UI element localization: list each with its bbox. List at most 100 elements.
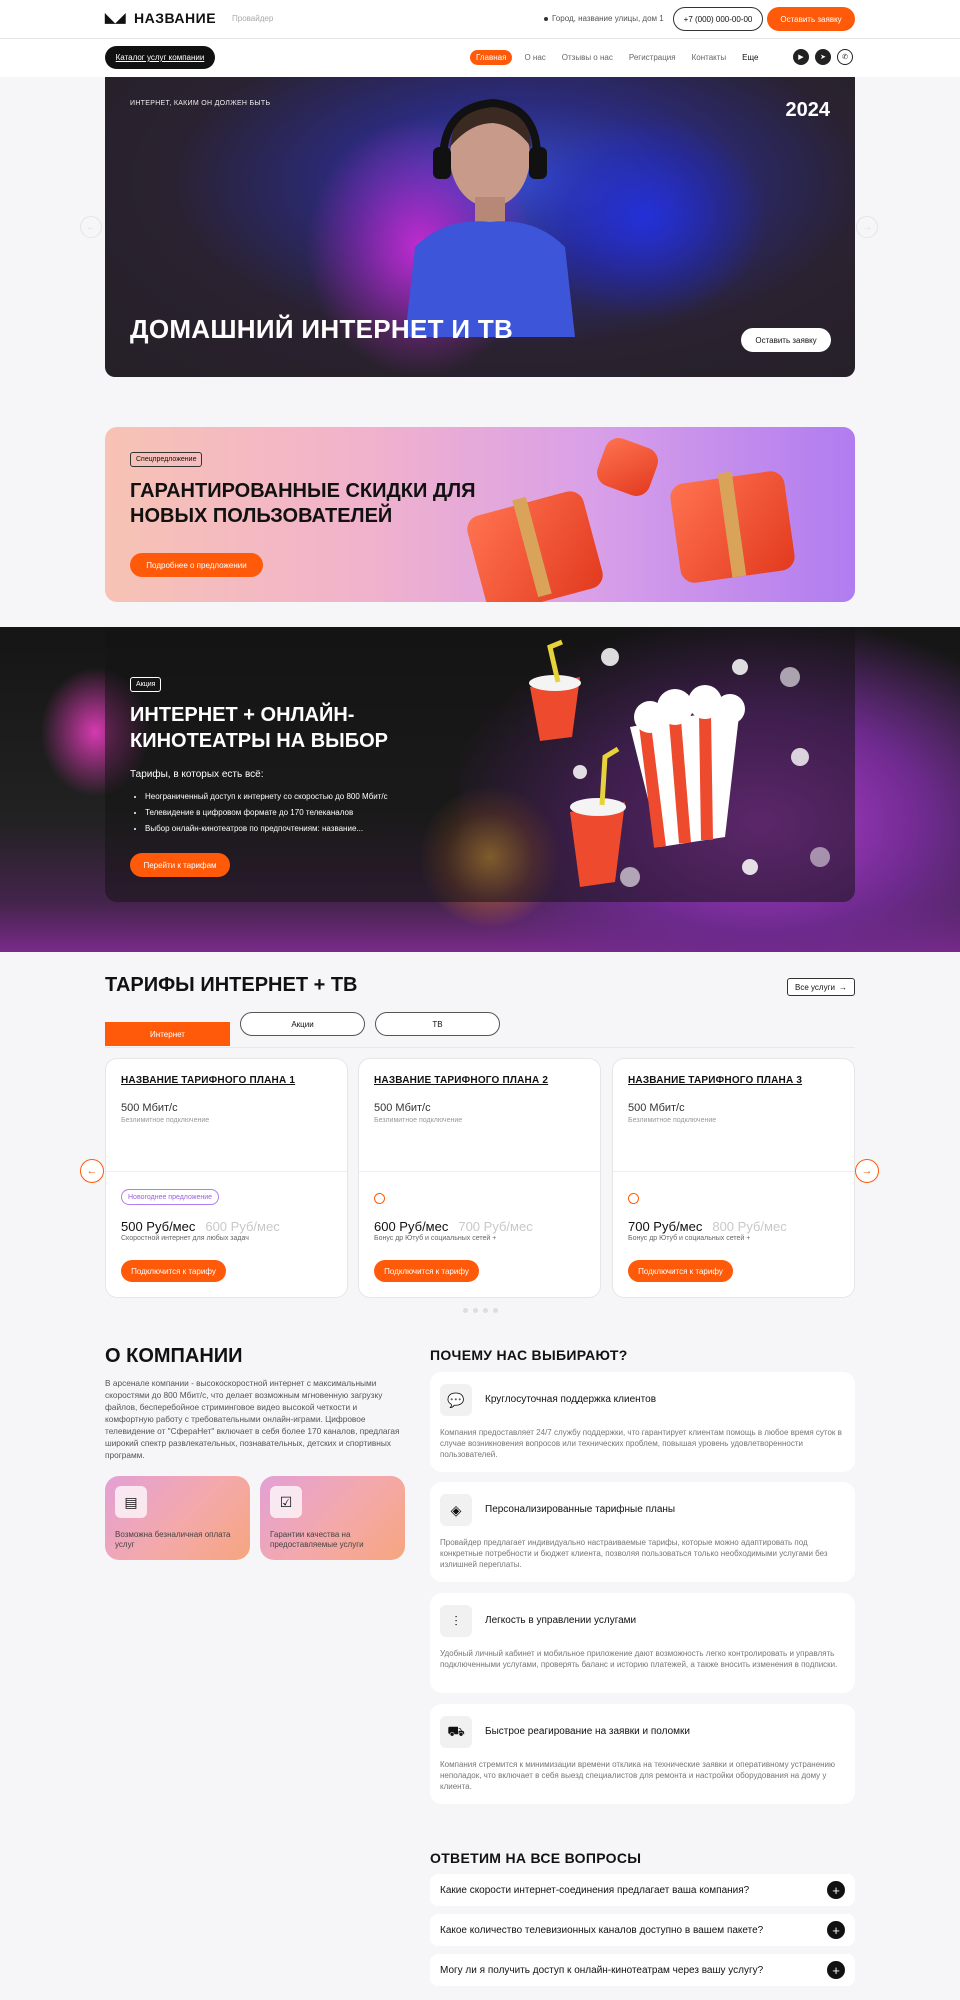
list-item: Выбор онлайн-кинотеатров по предпочтения… bbox=[145, 821, 388, 837]
tariff-price: 600 Руб/мес 700 Руб/мес bbox=[374, 1219, 533, 1234]
menu-item-home[interactable]: Главная bbox=[470, 50, 513, 65]
whatsapp-icon[interactable]: ✆ bbox=[837, 49, 853, 65]
hero-banner: ИНТЕРНЕТ, КАКИМ ОН ДОЛЖЕН БЫТЬ 2024 ДОМА… bbox=[105, 77, 855, 377]
promo-details-button[interactable]: Подробнее о предложении bbox=[130, 553, 263, 577]
carousel-dots bbox=[463, 1308, 498, 1313]
plus-icon[interactable]: + bbox=[827, 1961, 845, 1979]
tariff-speed: 500 Мбит/с bbox=[121, 1102, 178, 1114]
carousel-dot[interactable] bbox=[493, 1308, 498, 1313]
connect-tariff-button[interactable]: Подключится к тарифу bbox=[121, 1260, 226, 1282]
hero-request-button[interactable]: Оставить заявку bbox=[741, 328, 831, 352]
carousel-dot[interactable] bbox=[473, 1308, 478, 1313]
faq-title: ОТВЕТИМ НА ВСЕ ВОПРОСЫ bbox=[430, 1850, 642, 1866]
hero-prev-arrow[interactable]: ← bbox=[80, 216, 102, 238]
tariff-card: НАЗВАНИЕ ТАРИФНОГО ПЛАНА 3 500 Мбит/с Бе… bbox=[612, 1058, 855, 1298]
sliders-icon: ⫶ bbox=[440, 1605, 472, 1637]
tariff-card: НАЗВАНИЕ ТАРИФНОГО ПЛАНА 2 500 Мбит/с Бе… bbox=[358, 1058, 601, 1298]
price-old: 600 Руб/мес bbox=[205, 1219, 280, 1234]
address: Город, название улицы, дом 1 bbox=[544, 14, 664, 23]
list-item: Неограниченный доступ к интернету со ско… bbox=[145, 789, 388, 805]
feature-card: ☑ Гарантии качества на предоставляемые у… bbox=[260, 1476, 405, 1560]
tariff-name[interactable]: НАЗВАНИЕ ТАРИФНОГО ПЛАНА 3 bbox=[628, 1075, 802, 1086]
logo-mark-icon: ◣◢ bbox=[105, 10, 126, 25]
why-us-title: ПОЧЕМУ НАС ВЫБИРАЮТ? bbox=[430, 1347, 628, 1363]
go-to-tariffs-button[interactable]: Перейти к тарифам bbox=[130, 853, 230, 877]
cinema-bullets: Неограниченный доступ к интернету со ско… bbox=[145, 789, 388, 837]
main-menu: Главная О нас Отзывы о нас Регистрация К… bbox=[470, 50, 762, 65]
divider bbox=[359, 1171, 600, 1172]
hero-title: ДОМАШНИЙ ИНТЕРНЕТ И ТВ bbox=[130, 314, 514, 344]
feature-card: ▤ Возможна безналичная оплата услуг bbox=[105, 1476, 250, 1560]
catalog-button[interactable]: Каталог услуг компании bbox=[105, 46, 215, 69]
menu-item-about[interactable]: О нас bbox=[520, 50, 549, 65]
cinema-banner: Акция ИНТЕРНЕТ + ОНЛАЙН-КИНОТЕАТРЫ НА ВЫ… bbox=[0, 627, 960, 952]
tariffs-next-arrow[interactable]: → bbox=[855, 1159, 879, 1183]
location-dot-icon bbox=[544, 16, 548, 21]
tariff-card: НАЗВАНИЕ ТАРИФНОГО ПЛАНА 1 500 Мбит/с Бе… bbox=[105, 1058, 348, 1298]
tariff-note: Скоростной интернет для любых задач bbox=[121, 1235, 249, 1242]
carousel-dot[interactable] bbox=[463, 1308, 468, 1313]
youtube-icon[interactable]: ▶ bbox=[793, 49, 809, 65]
divider bbox=[613, 1171, 854, 1172]
popcorn-illustration bbox=[529, 639, 830, 887]
slogan: Провайдер bbox=[232, 14, 274, 23]
connect-tariff-button[interactable]: Подключится к тарифу bbox=[374, 1260, 479, 1282]
gamer-illustration bbox=[405, 98, 575, 337]
promo-title: ГАРАНТИРОВАННЫЕ СКИДКИ ДЛЯ НОВЫХ ПОЛЬЗОВ… bbox=[130, 480, 476, 527]
plus-icon[interactable]: + bbox=[827, 1881, 845, 1899]
certificate-icon: ☑ bbox=[270, 1486, 302, 1518]
why-card: ⛟ Быстрое реагирование на заявки и полом… bbox=[430, 1704, 855, 1804]
all-services-button[interactable]: Все услуги → bbox=[787, 978, 855, 996]
why-card-title: Круглосуточная поддержка клиентов bbox=[485, 1394, 657, 1405]
cinema-title: ИНТЕРНЕТ + ОНЛАЙН-КИНОТЕАТРЫ НА ВЫБОР bbox=[130, 704, 389, 752]
price-old: 700 Руб/мес bbox=[458, 1219, 533, 1234]
option-radio[interactable] bbox=[628, 1193, 639, 1204]
about-title: О КОМПАНИИ bbox=[105, 1345, 243, 1367]
faq-question: Какое количество телевизионных каналов д… bbox=[440, 1924, 764, 1936]
tariff-name[interactable]: НАЗВАНИЕ ТАРИФНОГО ПЛАНА 2 bbox=[374, 1075, 548, 1086]
tariff-price: 500 Руб/мес 600 Руб/мес bbox=[121, 1219, 280, 1234]
menu-item-register[interactable]: Регистрация bbox=[625, 50, 680, 65]
faq-item[interactable]: Какое количество телевизионных каналов д… bbox=[430, 1914, 855, 1946]
tariffs-prev-arrow[interactable]: ← bbox=[80, 1159, 104, 1183]
price-current: 700 Руб/мес bbox=[628, 1219, 703, 1234]
faq-question: Могу ли я получить доступ к онлайн-кинот… bbox=[440, 1964, 764, 1976]
telegram-icon[interactable]: ➤ bbox=[815, 49, 831, 65]
tariffs-title: ТАРИФЫ ИНТЕРНЕТ + ТВ bbox=[105, 974, 358, 996]
menu-item-contacts[interactable]: Контакты bbox=[688, 50, 731, 65]
promo-tag: Спецпредложение bbox=[130, 452, 203, 467]
faq-item[interactable]: Могу ли я получить доступ к онлайн-кинот… bbox=[430, 1954, 855, 1986]
plus-icon[interactable]: + bbox=[827, 1921, 845, 1939]
tariff-price: 700 Руб/мес 800 Руб/мес bbox=[628, 1219, 787, 1234]
logo[interactable]: ◣◢ НАЗВАНИЕ bbox=[105, 10, 216, 26]
list-item: Телевидение в цифровом формате до 170 те… bbox=[145, 805, 388, 821]
cinema-subtitle: Тарифы, в которых есть всё: bbox=[130, 769, 264, 780]
tab-promotions[interactable]: Акции bbox=[240, 1012, 365, 1036]
menu-item-more[interactable]: Еще bbox=[738, 50, 762, 65]
why-card-text: Компания предоставляет 24/7 службу подде… bbox=[440, 1428, 842, 1459]
request-button[interactable]: Оставить заявку bbox=[767, 7, 855, 31]
price-current: 500 Руб/мес bbox=[121, 1219, 196, 1234]
promo-banner: Спецпредложение ГАРАНТИРОВАННЫЕ СКИДКИ Д… bbox=[105, 427, 855, 602]
tab-tv[interactable]: ТВ bbox=[375, 1012, 500, 1036]
option-radio[interactable] bbox=[374, 1193, 385, 1204]
hero-next-arrow[interactable]: → bbox=[856, 216, 878, 238]
why-card-title: Быстрое реагирование на заявки и поломки bbox=[485, 1726, 690, 1737]
why-card-text: Удобный личный кабинет и мобильное прило… bbox=[440, 1649, 838, 1669]
tariff-name[interactable]: НАЗВАНИЕ ТАРИФНОГО ПЛАНА 1 bbox=[121, 1075, 295, 1086]
tab-internet[interactable]: Интернет bbox=[105, 1022, 230, 1046]
price-current: 600 Руб/мес bbox=[374, 1219, 449, 1234]
feature-label: Возможна безналичная оплата услуг bbox=[115, 1530, 231, 1549]
tariff-speed: 500 Мбит/с bbox=[628, 1102, 685, 1114]
connect-tariff-button[interactable]: Подключится к тарифу bbox=[628, 1260, 733, 1282]
carousel-dot[interactable] bbox=[483, 1308, 488, 1313]
hero-kicker: ИНТЕРНЕТ, КАКИМ ОН ДОЛЖЕН БЫТЬ bbox=[130, 100, 271, 107]
gift-icon bbox=[593, 434, 662, 500]
phone-button[interactable]: +7 (000) 000-00-00 bbox=[673, 7, 763, 31]
all-services-label: Все услуги bbox=[795, 982, 835, 992]
menu-item-reviews[interactable]: Отзывы о нас bbox=[558, 50, 617, 65]
why-card-text: Провайдер предлагает индивидуально настр… bbox=[440, 1538, 828, 1569]
tariff-speed: 500 Мбит/с bbox=[374, 1102, 431, 1114]
faq-item[interactable]: Какие скорости интернет-соединения предл… bbox=[430, 1874, 855, 1906]
divider bbox=[106, 1171, 347, 1172]
